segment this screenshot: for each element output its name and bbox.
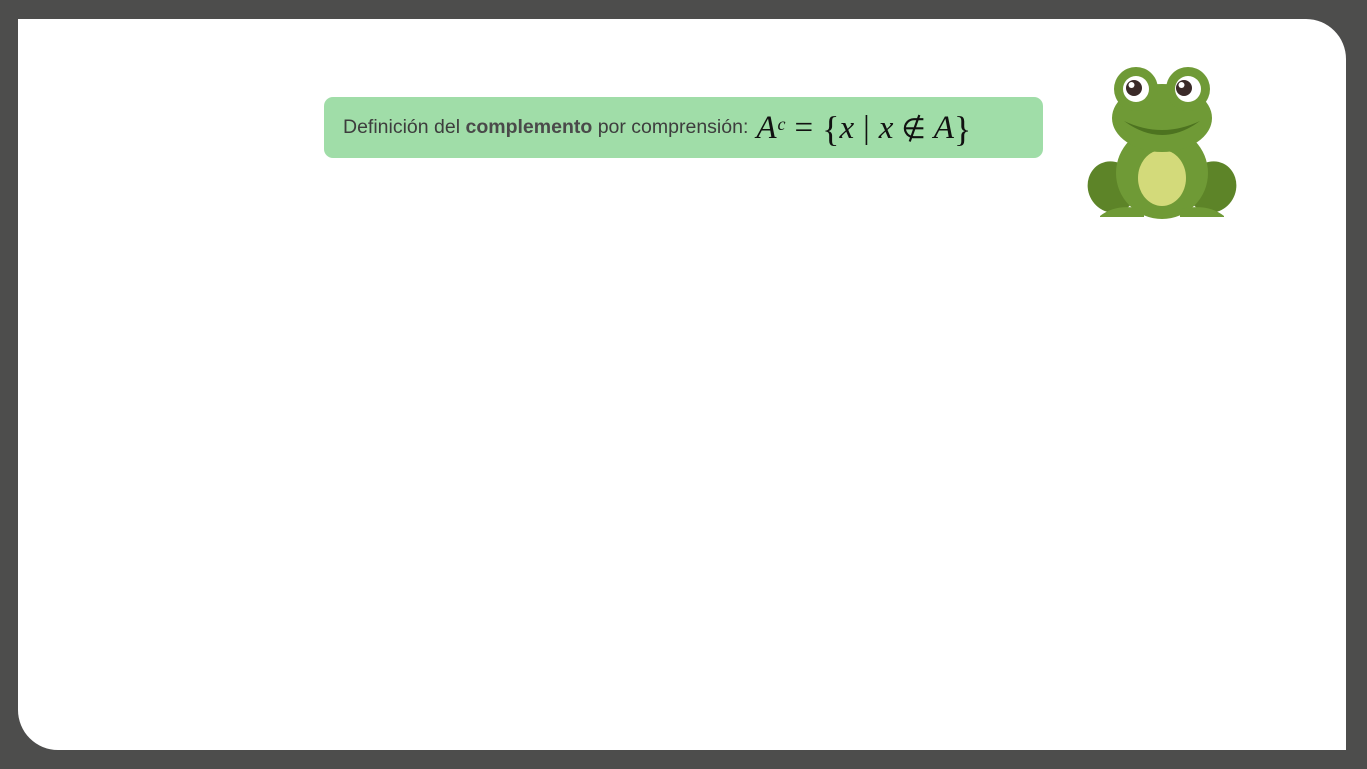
- definition-box: Definición del complemento por comprensi…: [324, 97, 1043, 158]
- slide-canvas: Definición del complemento por comprensi…: [18, 19, 1346, 750]
- complement-formula: Ac = { x | x ∉ A }: [756, 108, 971, 150]
- formula-variable: x: [839, 110, 855, 146]
- formula-superscript: c: [777, 114, 786, 134]
- formula-equals: =: [794, 110, 814, 146]
- formula-open-brace: {: [822, 108, 840, 149]
- formula-not-in: ∉: [901, 113, 926, 145]
- definition-bold-word: complemento: [465, 116, 593, 138]
- formula-variable-2: x: [878, 110, 894, 146]
- formula-close-brace: }: [953, 108, 972, 149]
- formula-separator: |: [863, 110, 870, 146]
- definition-suffix: por comprensión:: [597, 116, 749, 138]
- formula-set-2: A: [933, 110, 954, 146]
- frog-icon: [1087, 67, 1237, 219]
- definition-prefix: Definición del: [343, 116, 461, 138]
- formula-set: A: [756, 110, 777, 146]
